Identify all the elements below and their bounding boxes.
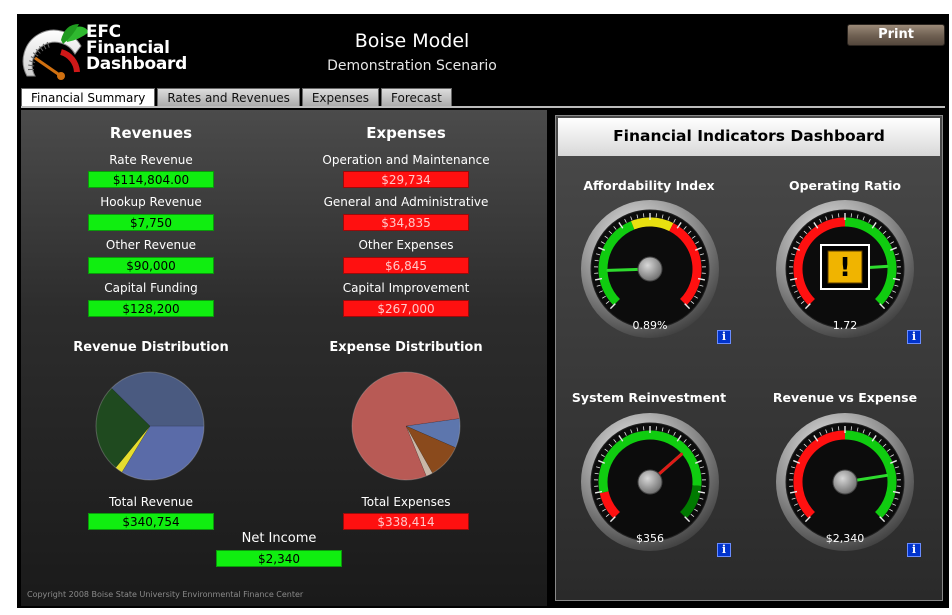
total-revenue-label: Total Revenue: [108, 495, 194, 509]
system-reinvestment-info-icon[interactable]: i: [717, 543, 731, 557]
revenue-pie-chart: [95, 371, 205, 481]
financial-indicators-panel: Financial Indicators Dashboard Affordabi…: [555, 115, 943, 601]
expenses-heading: Expenses: [366, 124, 446, 142]
copyright-notice: Copyright 2008 Boise State University En…: [27, 590, 304, 599]
system-reinvestment-gauge: [581, 413, 719, 551]
revenue-vs-expense-info-icon[interactable]: i: [907, 543, 921, 557]
operating-ratio-value: 1.72: [832, 319, 858, 332]
total-expenses-label: Total Expenses: [361, 495, 451, 509]
system-reinvestment-value: $356: [636, 532, 664, 545]
total-expenses-value: $338,414: [343, 513, 469, 530]
affordability-index-title: Affordability Index: [583, 178, 715, 193]
affordability-index-value: 0.89%: [632, 319, 668, 332]
capital-improvement-label: Capital Improvement: [342, 281, 470, 295]
other-revenue-label: Other Revenue: [105, 238, 197, 252]
affordability-index-gauge: [581, 200, 719, 338]
rate-revenue-value: $114,804.00: [88, 171, 214, 188]
revenue-distribution-heading: Revenue Distribution: [73, 340, 229, 355]
warning-exclamation-icon: !: [839, 253, 851, 283]
revenue-vs-expense-value: $2,340: [825, 532, 865, 545]
hookup-revenue-value: $7,750: [88, 214, 214, 231]
affordability-info-icon[interactable]: i: [717, 330, 731, 344]
revenue-vs-expense-gauge: [776, 413, 914, 551]
expense-pie-chart: [351, 371, 461, 481]
financial-summary-panel: Revenues Expenses Rate Revenue $114,804.…: [21, 110, 547, 606]
dashboard-window: EFC Financial Dashboard Boise Model Demo…: [17, 14, 949, 608]
gauge-band-1: [631, 217, 674, 232]
operating-ratio-gauge: !: [776, 200, 914, 338]
print-button[interactable]: Print: [847, 24, 945, 46]
general-administrative-label: General and Administrative: [323, 195, 489, 209]
capital-funding-value: $128,200: [88, 300, 214, 317]
total-revenue-value: $340,754: [88, 513, 214, 530]
other-expenses-label: Other Expenses: [358, 238, 454, 252]
net-income-label: Net Income: [241, 531, 317, 546]
tab-divider: [21, 106, 945, 108]
general-administrative-value: $34,835: [343, 214, 469, 231]
gauge-logo-icon: [22, 24, 89, 80]
operation-maintenance-label: Operation and Maintenance: [322, 153, 490, 167]
capital-funding-label: Capital Funding: [104, 281, 198, 295]
operating-ratio-title: Operating Ratio: [788, 178, 902, 193]
rate-revenue-label: Rate Revenue: [109, 153, 193, 167]
other-expenses-value: $6,845: [343, 257, 469, 274]
hookup-revenue-label: Hookup Revenue: [100, 195, 202, 209]
tab-bar: Financial Summary Rates and Revenues Exp…: [21, 88, 454, 107]
tab-rates-and-revenues[interactable]: Rates and Revenues: [157, 88, 300, 107]
indicators-heading: Financial Indicators Dashboard: [558, 118, 940, 156]
operation-maintenance-value: $29,734: [343, 171, 469, 188]
logo-text: EFC Financial Dashboard: [86, 24, 187, 74]
tab-financial-summary[interactable]: Financial Summary: [21, 88, 156, 107]
revenues-heading: Revenues: [109, 124, 193, 142]
expense-distribution-heading: Expense Distribution: [329, 340, 483, 355]
gauge-hub: [637, 469, 663, 495]
system-reinvestment-title: System Reinvestment: [571, 390, 727, 405]
scenario-subtitle: Demonstration Scenario: [327, 58, 497, 74]
logo-text-dashboard: Dashboard: [86, 54, 187, 74]
revenue-vs-expense-title: Revenue vs Expense: [772, 390, 918, 405]
efc-logo: EFC Financial Dashboard: [21, 18, 201, 84]
model-title: Boise Model: [354, 30, 470, 52]
net-income-value: $2,340: [216, 550, 342, 567]
gauge-hub: [832, 469, 858, 495]
tab-expenses[interactable]: Expenses: [301, 88, 380, 107]
gauge-hub: [637, 256, 663, 282]
tab-forecast[interactable]: Forecast: [381, 88, 452, 107]
operating-ratio-info-icon[interactable]: i: [907, 330, 921, 344]
other-revenue-value: $90,000: [88, 257, 214, 274]
capital-improvement-value: $267,000: [343, 300, 469, 317]
